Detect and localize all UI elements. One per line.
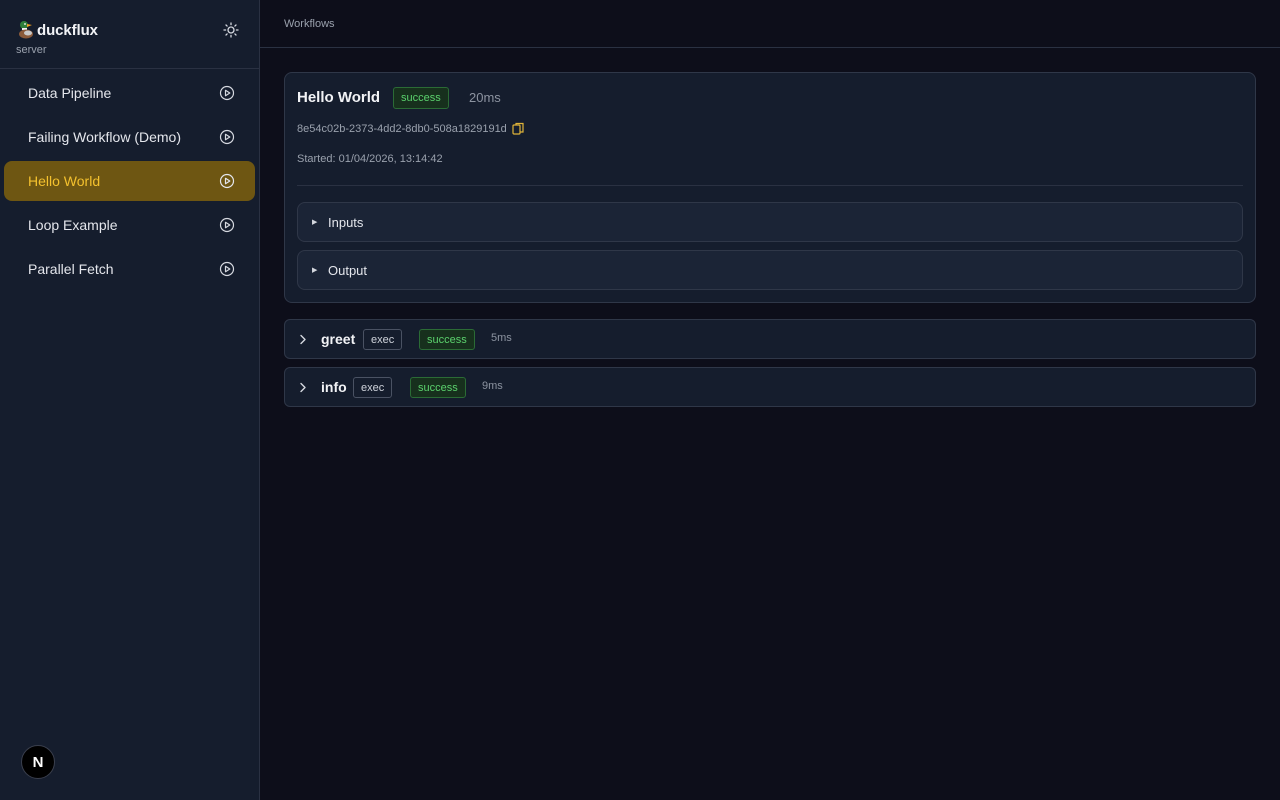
collapsible-label: Output (328, 262, 368, 278)
sidebar-item-data-pipeline[interactable]: Data Pipeline (4, 73, 255, 113)
sun-icon (223, 22, 239, 38)
status-badge: success (419, 329, 475, 350)
sidebar-item-label: Parallel Fetch (28, 261, 114, 277)
brand-header: duckflux server (0, 0, 259, 69)
run-id: 8e54c02b-2373-4dd2-8db0-508a1829191d (297, 122, 507, 135)
run-duration: 20ms (469, 90, 501, 105)
sidebar-item-loop-example[interactable]: Loop Example (4, 205, 255, 245)
step-row-info[interactable]: info exec success 9ms (284, 367, 1256, 407)
inputs-collapsible[interactable]: ▶ Inputs (297, 202, 1243, 242)
caret-right-icon: ▶ (312, 267, 318, 274)
chevron-right-icon (300, 334, 306, 345)
brand-subtitle: server (16, 44, 47, 56)
breadcrumb[interactable]: Workflows (284, 18, 335, 30)
step-row-greet[interactable]: greet exec success 5ms (284, 319, 1256, 359)
clipboard-icon[interactable] (512, 122, 524, 135)
theme-toggle-button[interactable] (221, 20, 241, 40)
chevron-right-icon (300, 382, 306, 393)
brand-row[interactable]: duckflux (16, 19, 98, 41)
step-duration: 5ms (491, 332, 512, 344)
play-circle-icon[interactable] (219, 217, 235, 233)
caret-right-icon: ▶ (312, 219, 318, 226)
output-collapsible[interactable]: ▶ Output (297, 250, 1243, 290)
sidebar-item-parallel-fetch[interactable]: Parallel Fetch (4, 249, 255, 289)
play-circle-icon[interactable] (219, 173, 235, 189)
sidebar-item-hello-world[interactable]: Hello World (4, 161, 255, 201)
workflow-nav: Data Pipeline Failing Workflow (Demo) He… (4, 73, 255, 293)
play-circle-icon[interactable] (219, 261, 235, 277)
step-duration: 9ms (482, 380, 503, 392)
collapsible-label: Inputs (328, 214, 364, 230)
sidebar-item-label: Failing Workflow (Demo) (28, 129, 181, 145)
divider (297, 185, 1243, 186)
sidebar: duckflux server Data Pipeline Failing Wo… (0, 0, 260, 800)
sidebar-item-label: Hello World (28, 173, 101, 189)
sidebar-item-label: Data Pipeline (28, 85, 112, 101)
sidebar-item-label: Loop Example (28, 217, 118, 233)
run-id-row: 8e54c02b-2373-4dd2-8db0-508a1829191d (297, 122, 524, 135)
step-name: greet (321, 331, 356, 347)
devtools-avatar-button[interactable]: N (21, 745, 55, 779)
step-name: info (321, 379, 347, 395)
main-content: Workflows Hello World success 20ms 8e54c… (260, 0, 1280, 800)
topbar: Workflows (260, 0, 1280, 48)
run-started: Started: 01/04/2026, 13:14:42 (297, 153, 443, 165)
run-title: Hello World (297, 89, 381, 106)
status-badge: success (410, 377, 466, 398)
play-circle-icon[interactable] (219, 85, 235, 101)
step-type-badge: exec (353, 377, 393, 398)
duck-icon (16, 19, 36, 41)
brand-name: duckflux (37, 21, 98, 39)
step-type-badge: exec (363, 329, 403, 350)
play-circle-icon[interactable] (219, 129, 235, 145)
avatar-letter: N (32, 753, 44, 771)
status-badge: success (393, 87, 449, 109)
sidebar-item-failing-workflow[interactable]: Failing Workflow (Demo) (4, 117, 255, 157)
run-summary-card: Hello World success 20ms 8e54c02b-2373-4… (284, 72, 1256, 303)
